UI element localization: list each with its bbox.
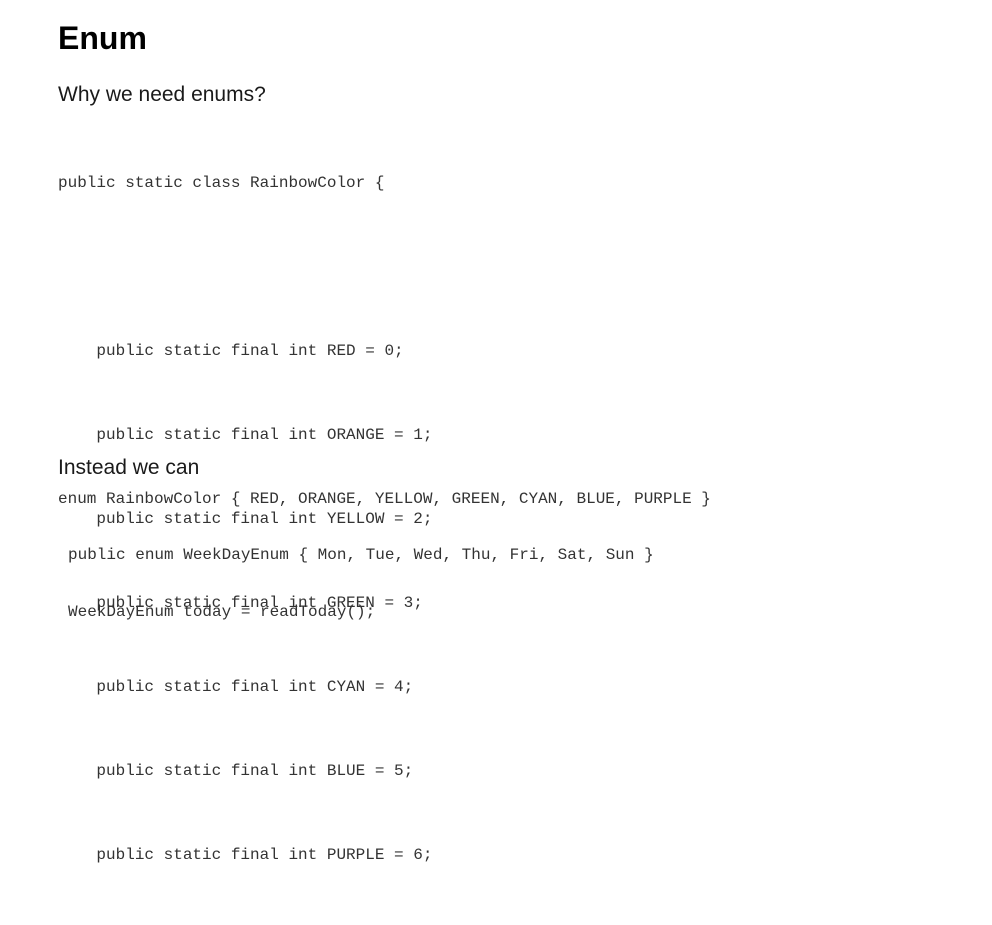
section-heading-why: Why we need enums?: [58, 83, 266, 106]
code-line: public static class RainbowColor {: [58, 174, 385, 192]
code-block-rainbow-class: public static class RainbowColor { publi…: [58, 113, 432, 925]
code-line-today: WeekDayEnum today = readToday();: [68, 603, 376, 621]
code-line: public static final int BLUE = 5;: [58, 762, 414, 780]
code-line-weekday-enum: public enum WeekDayEnum { Mon, Tue, Wed,…: [68, 546, 654, 564]
code-line: public static final int CYAN = 4;: [58, 678, 414, 696]
section-heading-instead: Instead we can: [58, 456, 200, 479]
code-line-enum-rainbow: enum RainbowColor { RED, ORANGE, YELLOW,…: [58, 490, 711, 508]
page-title: Enum: [58, 20, 147, 56]
document-page: Enum Why we need enums? public static cl…: [58, 0, 978, 864]
code-line: public static final int ORANGE = 1;: [58, 426, 433, 444]
code-line: public static final int PURPLE = 6;: [58, 846, 433, 864]
code-line: public static final int RED = 0;: [58, 342, 404, 360]
